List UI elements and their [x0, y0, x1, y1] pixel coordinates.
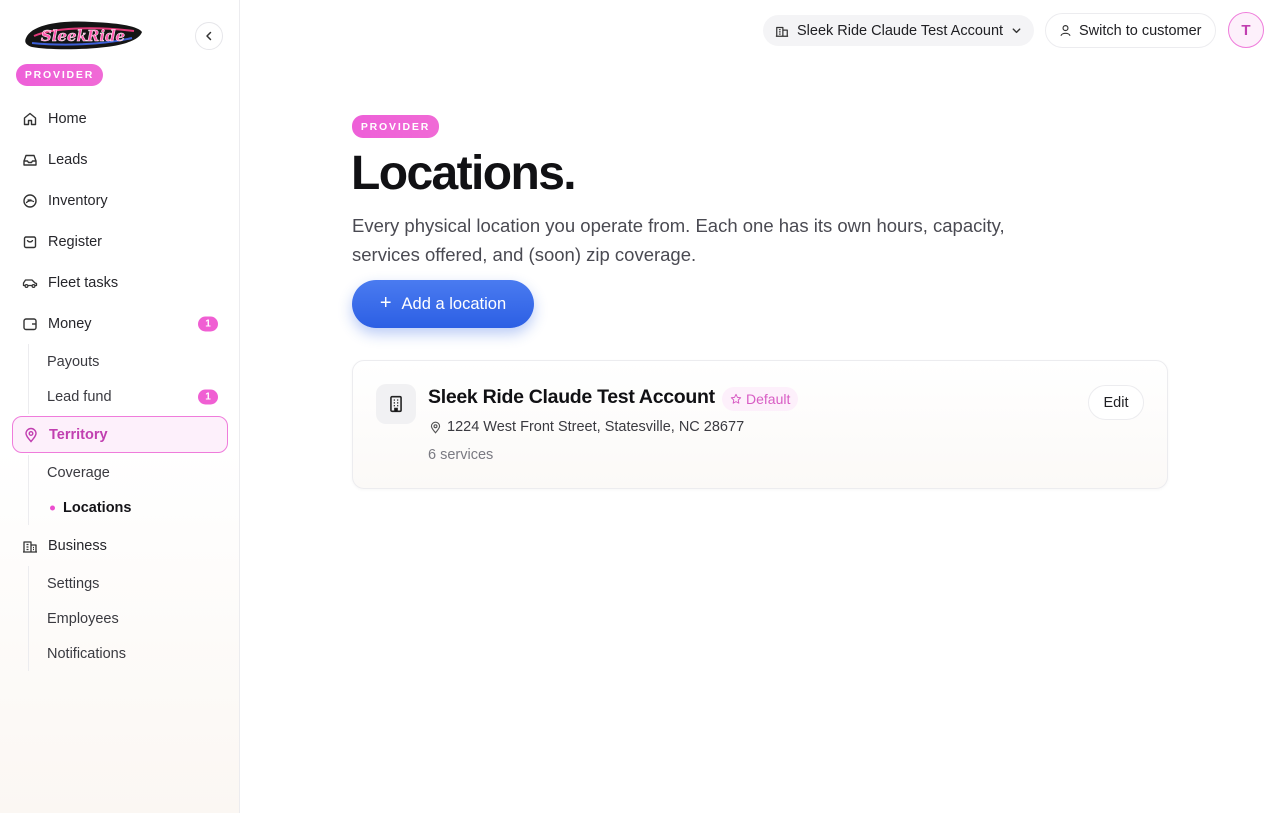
page-title: Locations. — [351, 147, 577, 200]
sidebar-item-coverage[interactable]: Coverage — [13, 455, 228, 490]
sidebar-item-notifications[interactable]: Notifications — [13, 636, 228, 671]
location-name: Sleek Ride Claude Test Account — [428, 386, 715, 408]
sidebar-item-label: Notifications — [47, 645, 126, 662]
location-card: Sleek Ride Claude Test Account Default 1… — [352, 360, 1168, 489]
sidebar-item-label: Fleet tasks — [48, 274, 119, 291]
provider-page-badge: PROVIDER — [352, 115, 439, 138]
user-icon — [1060, 25, 1071, 37]
sidebar-item-home[interactable]: Home — [12, 98, 228, 139]
location-address: 1224 West Front Street, Statesville, NC … — [429, 419, 744, 435]
sidebar-item-label: Locations — [63, 499, 132, 516]
sidebar-item-label: Money — [48, 315, 92, 332]
sidebar-item-label: Inventory — [48, 192, 108, 209]
sidebar-item-label: Home — [48, 110, 87, 127]
building-icon — [775, 26, 789, 37]
sidebar-item-employees[interactable]: Employees — [13, 601, 228, 636]
jetski-icon — [22, 193, 38, 209]
sidebar-item-label: Register — [48, 233, 102, 250]
collapse-sidebar-button[interactable] — [195, 22, 223, 50]
business-submenu: Settings Employees Notifications — [28, 566, 228, 671]
edit-location-button[interactable]: Edit — [1088, 385, 1144, 420]
switch-to-customer-label: Switch to customer — [1079, 22, 1202, 39]
sidebar-item-label: Settings — [47, 575, 100, 592]
sidebar-item-fleet-tasks[interactable]: Fleet tasks — [12, 262, 228, 303]
sidebar-item-label: Territory — [49, 426, 108, 443]
add-location-label: Add a location — [401, 294, 507, 313]
star-icon — [730, 393, 742, 404]
account-name: Sleek Ride Claude Test Account — [797, 22, 1004, 39]
building-icon — [22, 538, 38, 554]
sidebar-item-label: Coverage — [47, 464, 110, 481]
map-pin-icon — [430, 421, 441, 434]
location-address-text: 1224 West Front Street, Statesville, NC … — [447, 419, 745, 435]
sidebar-item-business[interactable]: Business — [12, 525, 228, 566]
sidebar-item-territory[interactable]: Territory — [12, 416, 228, 453]
home-icon — [22, 111, 38, 127]
territory-submenu: Coverage Locations — [28, 455, 228, 525]
sidebar-item-settings[interactable]: Settings — [13, 566, 228, 601]
sidebar-item-label: Employees — [47, 610, 119, 627]
provider-role-badge: PROVIDER — [16, 64, 103, 86]
sidebar-item-label: Payouts — [47, 353, 100, 370]
sidebar-item-inventory[interactable]: Inventory — [12, 180, 228, 221]
user-avatar[interactable]: T — [1228, 12, 1264, 48]
sidebar: SleekRide PROVIDER Home Leads Inventory — [0, 0, 240, 813]
chevron-down-icon — [1012, 28, 1021, 34]
sidebar-item-label: Business — [48, 537, 107, 554]
switch-to-customer-button[interactable]: Switch to customer — [1045, 13, 1216, 48]
shopping-bag-icon — [22, 234, 38, 250]
inbox-icon — [22, 152, 38, 168]
sidebar-item-label: Leads — [48, 151, 88, 168]
account-switcher[interactable]: Sleek Ride Claude Test Account — [763, 15, 1035, 46]
lead-fund-count-badge: 1 — [198, 389, 218, 404]
sidebar-item-register[interactable]: Register — [12, 221, 228, 262]
wallet-icon — [22, 316, 38, 332]
sidebar-item-money[interactable]: Money 1 — [12, 303, 228, 344]
sidebar-item-lead-fund[interactable]: Lead fund 1 — [13, 379, 228, 414]
default-label: Default — [746, 391, 791, 407]
money-submenu: Payouts Lead fund 1 — [28, 344, 228, 414]
page-description: Every physical location you operate from… — [352, 215, 1005, 265]
sidebar-item-payouts[interactable]: Payouts — [13, 344, 228, 379]
office-building-icon — [390, 395, 402, 413]
location-building-icon-box — [376, 384, 416, 424]
map-pin-icon — [23, 427, 39, 443]
add-location-button[interactable]: + Add a location — [352, 280, 534, 328]
sidebar-nav: Home Leads Inventory Register Fleet task… — [12, 98, 228, 671]
plus-icon: + — [379, 292, 392, 314]
sidebar-item-leads[interactable]: Leads — [12, 139, 228, 180]
money-count-badge: 1 — [198, 316, 218, 331]
sleekride-logo[interactable]: SleekRide — [22, 16, 144, 56]
svg-text:SleekRide: SleekRide — [41, 27, 125, 45]
chevron-left-icon — [206, 31, 212, 41]
car-icon — [22, 275, 38, 291]
current-page-dot — [50, 505, 55, 510]
location-services-count: 6 services — [428, 447, 494, 463]
sidebar-item-locations[interactable]: Locations — [13, 490, 228, 525]
sidebar-item-label: Lead fund — [47, 388, 112, 405]
default-badge: Default — [722, 387, 799, 411]
